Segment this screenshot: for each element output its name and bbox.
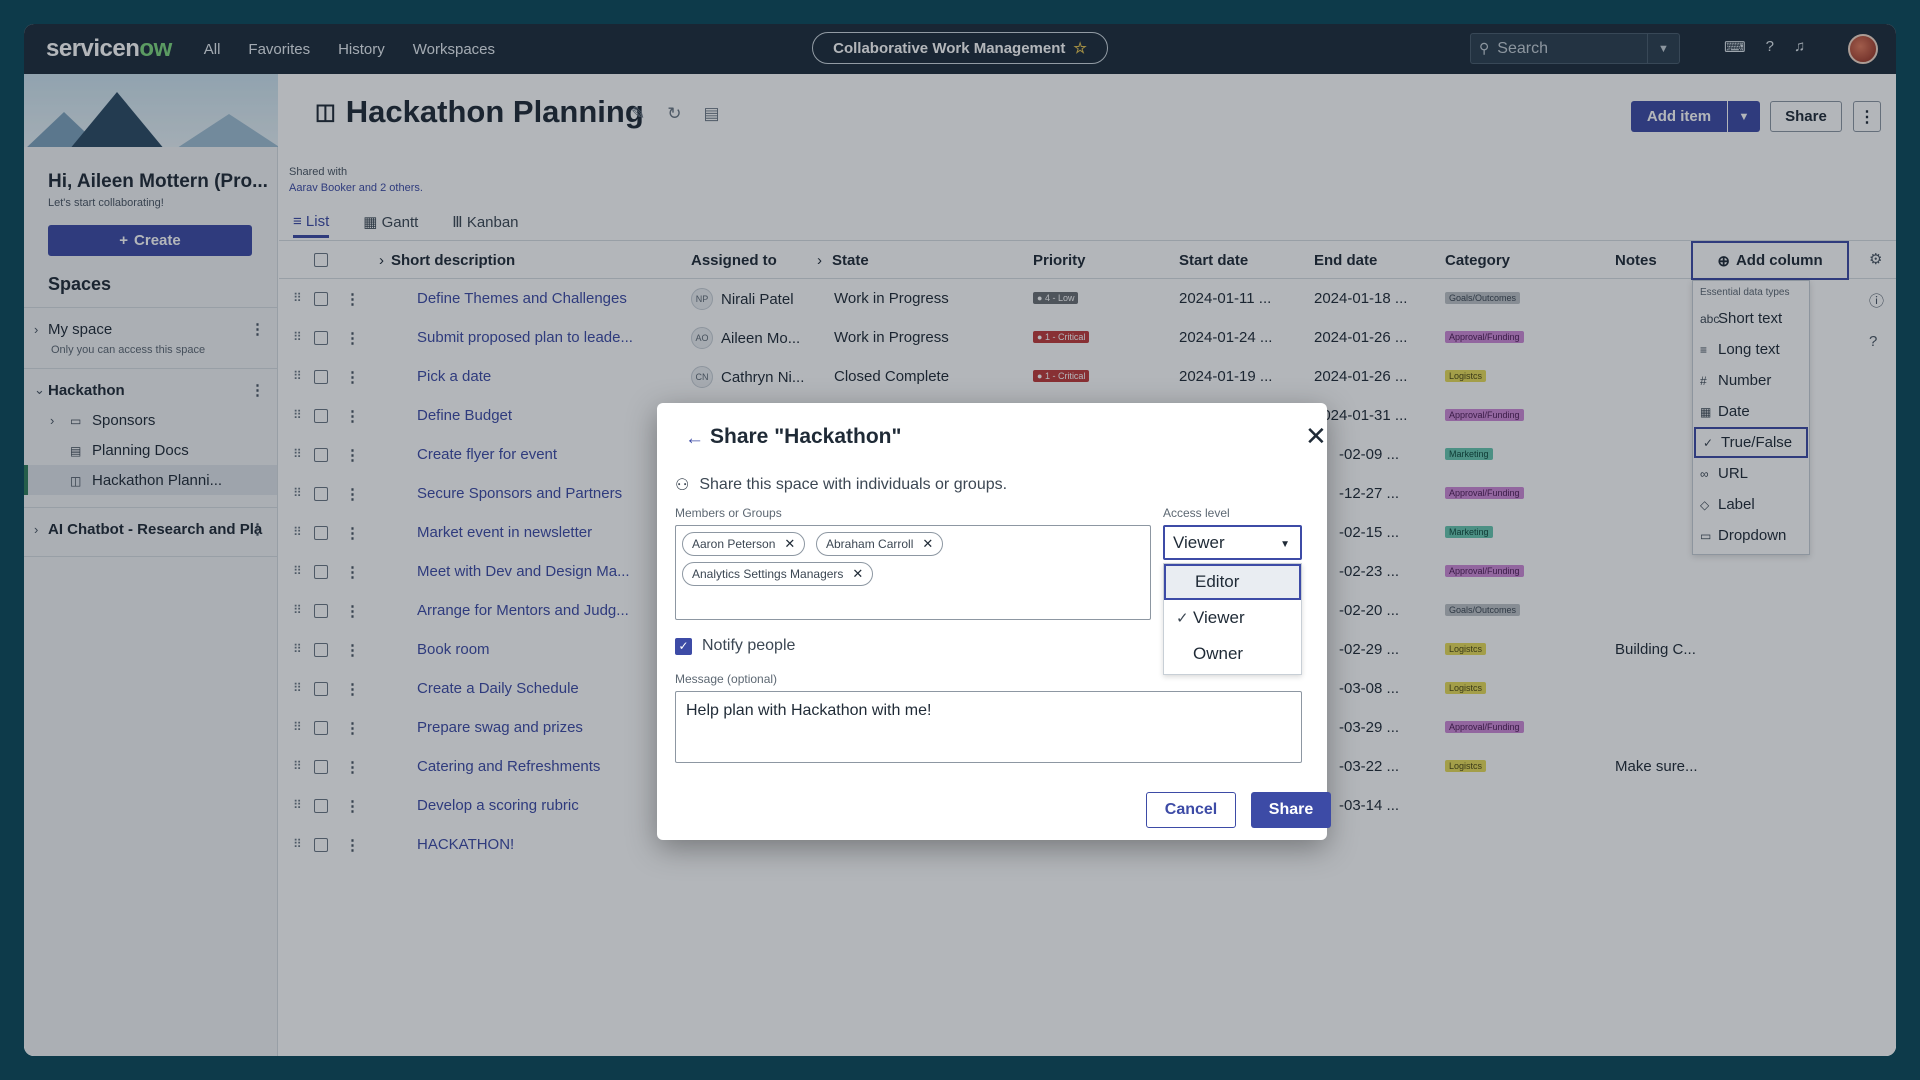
remove-icon[interactable]: ✕ [922,536,933,552]
message-label: Message (optional) [675,672,778,686]
access-level-label: Access level [1163,506,1230,520]
chip-label: Abraham Carroll [826,537,914,551]
group-icon: ⚇ [675,477,690,494]
option-label: Viewer [1193,608,1245,627]
share-dialog: ← Share "Hackathon" ✕ ⚇ Share this space… [657,403,1331,840]
share-confirm-button[interactable]: Share [1251,792,1331,828]
message-textarea[interactable]: Help plan with Hackathon with me! [675,691,1302,763]
notify-label: Notify people [702,637,796,654]
notify-people[interactable]: ✓ Notify people [675,637,795,655]
checkmark-icon: ✓ [1176,610,1189,627]
remove-icon[interactable]: ✕ [852,566,863,582]
close-icon[interactable]: ✕ [1305,421,1327,452]
cancel-button[interactable]: Cancel [1146,792,1236,828]
option-viewer[interactable]: ✓ Viewer [1164,600,1301,636]
member-chip: Aaron Peterson ✕ [682,532,806,556]
chip-label: Aaron Peterson [692,537,776,551]
access-level-value: Viewer [1173,532,1225,552]
back-arrow-icon[interactable]: ← [685,428,704,450]
member-chip: Abraham Carroll ✕ [816,532,944,556]
dialog-title: Share "Hackathon" [710,425,902,448]
access-level-options: Editor ✓ Viewer Owner [1163,563,1302,675]
chip-label: Analytics Settings Managers [692,567,844,581]
members-input[interactable]: Aaron Peterson ✕ Abraham Carroll ✕ Analy… [675,525,1151,620]
option-label: Owner [1193,644,1244,663]
option-editor[interactable]: Editor [1164,564,1301,600]
caret-down-icon: ▼ [1280,539,1290,550]
members-label: Members or Groups [675,506,782,520]
remove-icon[interactable]: ✕ [784,536,795,552]
option-owner[interactable]: Owner [1164,636,1301,672]
app-window: servicenow All Favorites History Workspa… [24,24,1896,1056]
member-chip: Analytics Settings Managers ✕ [682,562,874,586]
option-label: Editor [1195,572,1240,591]
access-level-select[interactable]: Viewer ▼ [1163,525,1302,560]
intro-text: Share this space with individuals or gro… [699,476,1008,493]
dialog-intro: ⚇ Share this space with individuals or g… [675,475,1007,495]
notify-checkbox[interactable]: ✓ [675,637,692,655]
